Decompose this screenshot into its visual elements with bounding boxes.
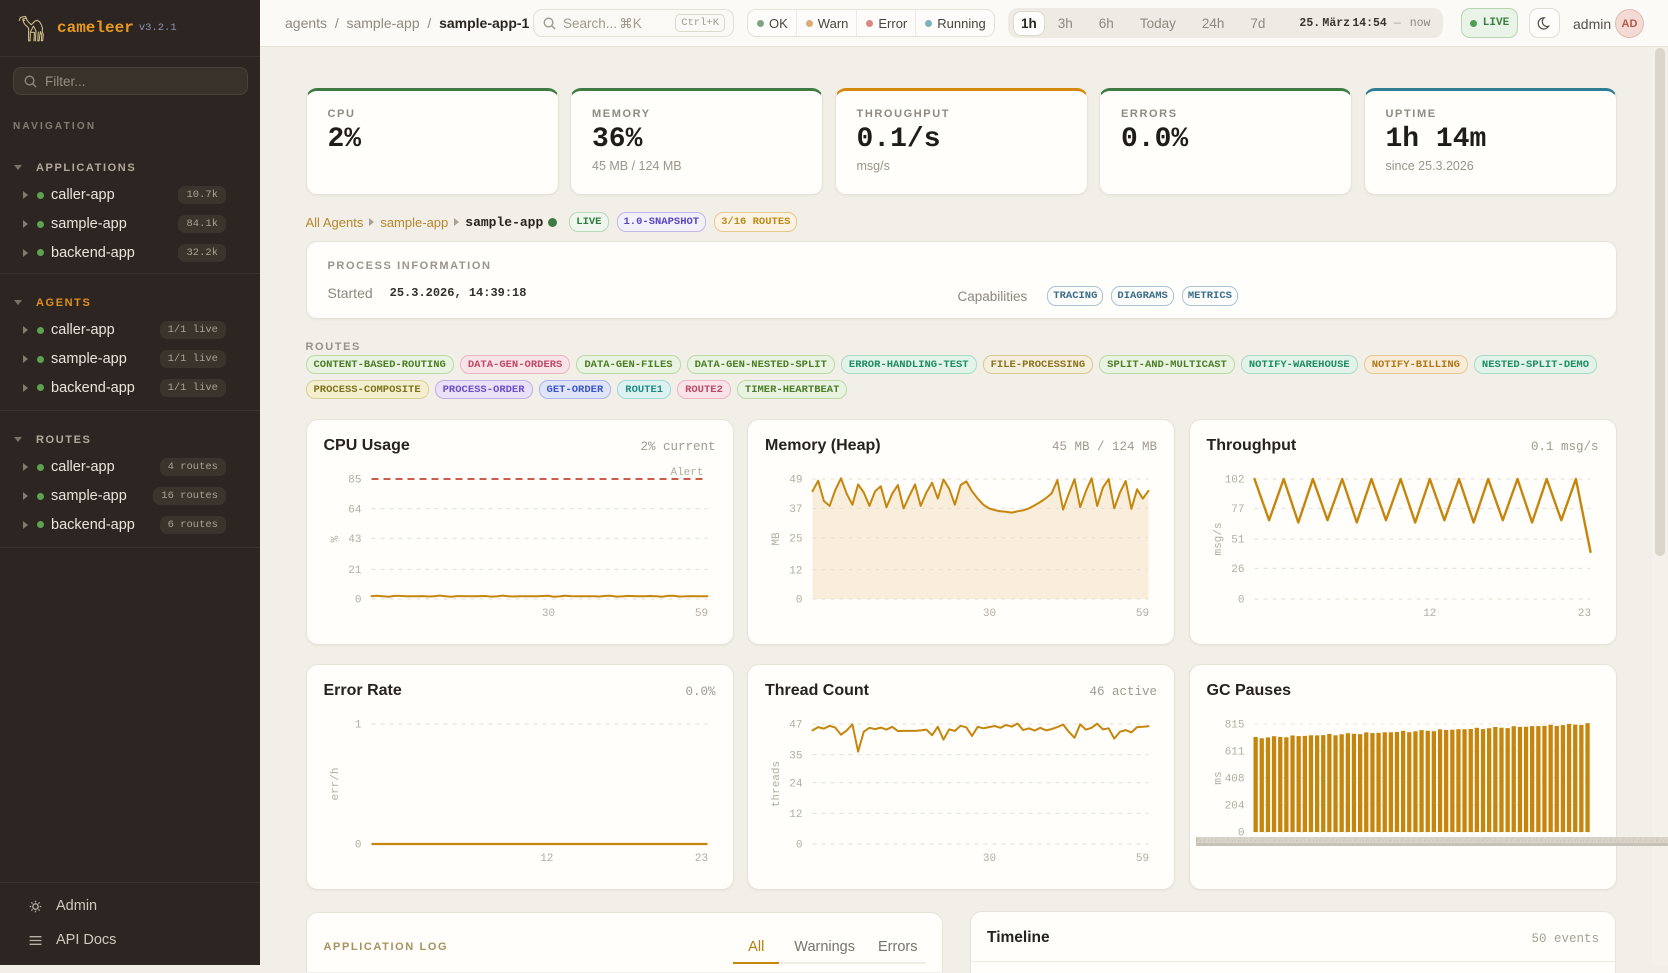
svg-text:85: 85 [348, 475, 361, 487]
svg-text:0: 0 [354, 595, 361, 607]
svg-text:102: 102 [1224, 475, 1244, 487]
svg-text:59: 59 [1136, 608, 1149, 620]
svg-text:408: 408 [1224, 774, 1244, 786]
svg-text:611: 611 [1224, 747, 1244, 759]
svg-text:47: 47 [789, 720, 802, 732]
svg-text:43: 43 [348, 534, 361, 546]
svg-text:0: 0 [354, 840, 361, 852]
svg-text:37: 37 [789, 504, 802, 516]
svg-text:12: 12 [1423, 608, 1436, 620]
svg-text:23: 23 [1577, 608, 1590, 620]
svg-text:26: 26 [1231, 564, 1244, 576]
svg-text:64: 64 [348, 504, 362, 516]
svg-text:204: 204 [1224, 801, 1244, 813]
svg-text:threads: threads [771, 761, 783, 807]
svg-text:59: 59 [694, 608, 707, 620]
svg-text:1: 1 [354, 720, 361, 732]
svg-text:err/h: err/h [330, 767, 342, 800]
svg-text:MB: MB [771, 532, 783, 546]
svg-text:ms: ms [1213, 771, 1225, 784]
svg-text:49: 49 [789, 475, 802, 487]
svg-text:30: 30 [541, 608, 554, 620]
svg-text:30: 30 [983, 608, 996, 620]
svg-text:0: 0 [796, 840, 803, 852]
svg-text:35: 35 [789, 750, 802, 762]
svg-text:12: 12 [540, 853, 553, 865]
svg-text:msg/s: msg/s [1213, 522, 1225, 555]
svg-text:0: 0 [1237, 595, 1244, 607]
svg-text:12: 12 [789, 809, 802, 821]
svg-text:77: 77 [1231, 504, 1244, 516]
svg-text:21: 21 [348, 565, 362, 577]
svg-text:0: 0 [796, 595, 803, 607]
svg-text:815: 815 [1224, 720, 1244, 732]
svg-text:23: 23 [694, 853, 707, 865]
svg-text:59: 59 [1136, 853, 1149, 865]
svg-text:12: 12 [789, 565, 802, 577]
svg-text:51: 51 [1231, 535, 1245, 547]
svg-text:Alert: Alert [670, 467, 703, 479]
svg-text:25: 25 [789, 534, 802, 546]
svg-text:30: 30 [983, 853, 996, 865]
svg-text:24: 24 [789, 778, 803, 790]
svg-text:%: % [330, 535, 342, 542]
